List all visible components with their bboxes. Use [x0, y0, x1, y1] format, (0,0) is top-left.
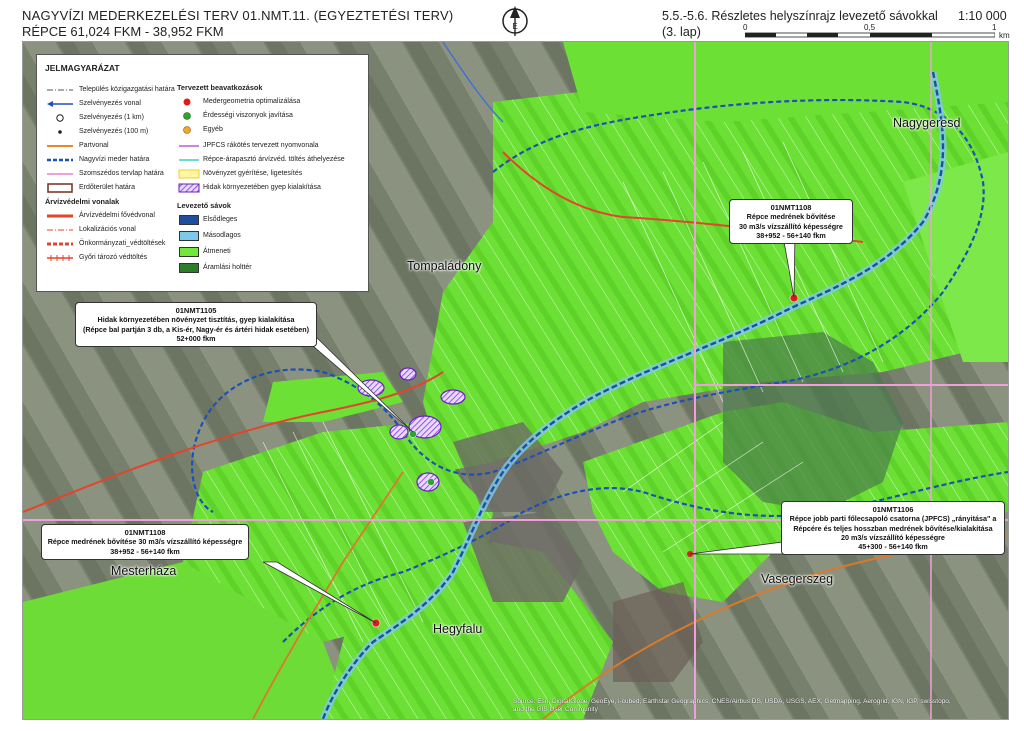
neighbor-sheet-symbol — [47, 173, 73, 175]
band-primary-swatch — [179, 215, 199, 225]
callout-id: 01NMT1108 — [770, 203, 812, 212]
bridge-area-2 — [399, 367, 417, 381]
scalebar-label-0: 0 — [743, 23, 748, 32]
legend-dike-heading: Árvízvédelmi vonalak — [45, 197, 120, 206]
legend-planned-heading: Tervezett beavatkozások — [177, 83, 263, 92]
legend-title: JELMAGYARÁZAT — [45, 63, 120, 73]
dot-icon — [58, 130, 62, 134]
measure-point-1105-b — [427, 478, 435, 486]
band-transition-swatch — [179, 247, 199, 257]
localization-line-symbol — [47, 229, 73, 231]
place-label-nagygeresd: Nagygeresd — [893, 116, 961, 130]
place-label-vasegerszeg: Vasegerszeg — [761, 572, 834, 586]
forest-boundary-symbol — [47, 183, 73, 193]
callout-01nmt1108-north[interactable]: 01NMT1108 Répce medrének bővítése 30 m3/… — [729, 199, 853, 245]
legend-bands-heading: Levezető sávok — [177, 201, 231, 210]
bridge-area-6 — [440, 389, 466, 405]
ring-icon — [56, 114, 64, 122]
place-label-hegyfalu: Hegyfalu — [433, 622, 483, 636]
callout-01nmt1105[interactable]: 01NMT1105 Hidak környezetében növényzet … — [75, 302, 317, 348]
chainage-arrow-icon — [47, 101, 73, 107]
main-dike-symbol — [47, 214, 73, 218]
north-letter: É — [512, 22, 517, 31]
plan-title: NAGYVÍZI MEDERKEZELÉSI TERV 01.NMT.11. (… — [22, 8, 454, 23]
river-section-title: RÉPCE 61,024 FKM - 38,952 FKM — [22, 24, 224, 39]
admin-boundary-symbol — [47, 89, 73, 91]
callout-id: 01NMT1105 — [175, 306, 217, 315]
map-legend: JELMAGYARÁZAT Település közigazgatási ha… — [36, 54, 369, 292]
basemap-credits: Source: Esri, DigitalGlobe, GeoEye, i-cu… — [513, 698, 951, 713]
place-label-tompaladony: Tompaládony — [407, 259, 482, 273]
scalebar-unit: km — [999, 31, 1010, 40]
callout-id: 01NMT1108 — [124, 528, 166, 537]
scalebar-label-1: 1 — [992, 23, 997, 32]
bridge-area-4 — [389, 424, 409, 440]
band-deadzone-swatch — [179, 263, 199, 273]
map-header: NAGYVÍZI MEDERKEZELÉSI TERV 01.NMT.11. (… — [0, 0, 1024, 40]
place-label-mesterhaza: Mesterháza — [111, 564, 177, 578]
callout-id: 01NMT1106 — [872, 505, 914, 514]
map-frame[interactable]: JELMAGYARÁZAT Település közigazgatási ha… — [22, 41, 1009, 720]
callout-01nmt1108-south[interactable]: 01NMT1108 Répce medrének bővítése 30 m3/… — [41, 524, 249, 560]
band-secondary-swatch — [179, 231, 199, 241]
reservoir-dike-symbol — [47, 255, 73, 261]
scalebar-label-half: 0,5 — [864, 23, 876, 32]
callout-01nmt1106[interactable]: 01NMT1106 Répce jobb parti főlecsapoló c… — [781, 501, 1005, 556]
sheet-number: (3. lap) — [662, 25, 701, 39]
municipal-dike-symbol — [47, 242, 73, 246]
north-arrow-icon: É — [502, 6, 528, 36]
bankline-symbol — [47, 145, 73, 147]
floodplain-boundary-symbol — [47, 158, 73, 162]
